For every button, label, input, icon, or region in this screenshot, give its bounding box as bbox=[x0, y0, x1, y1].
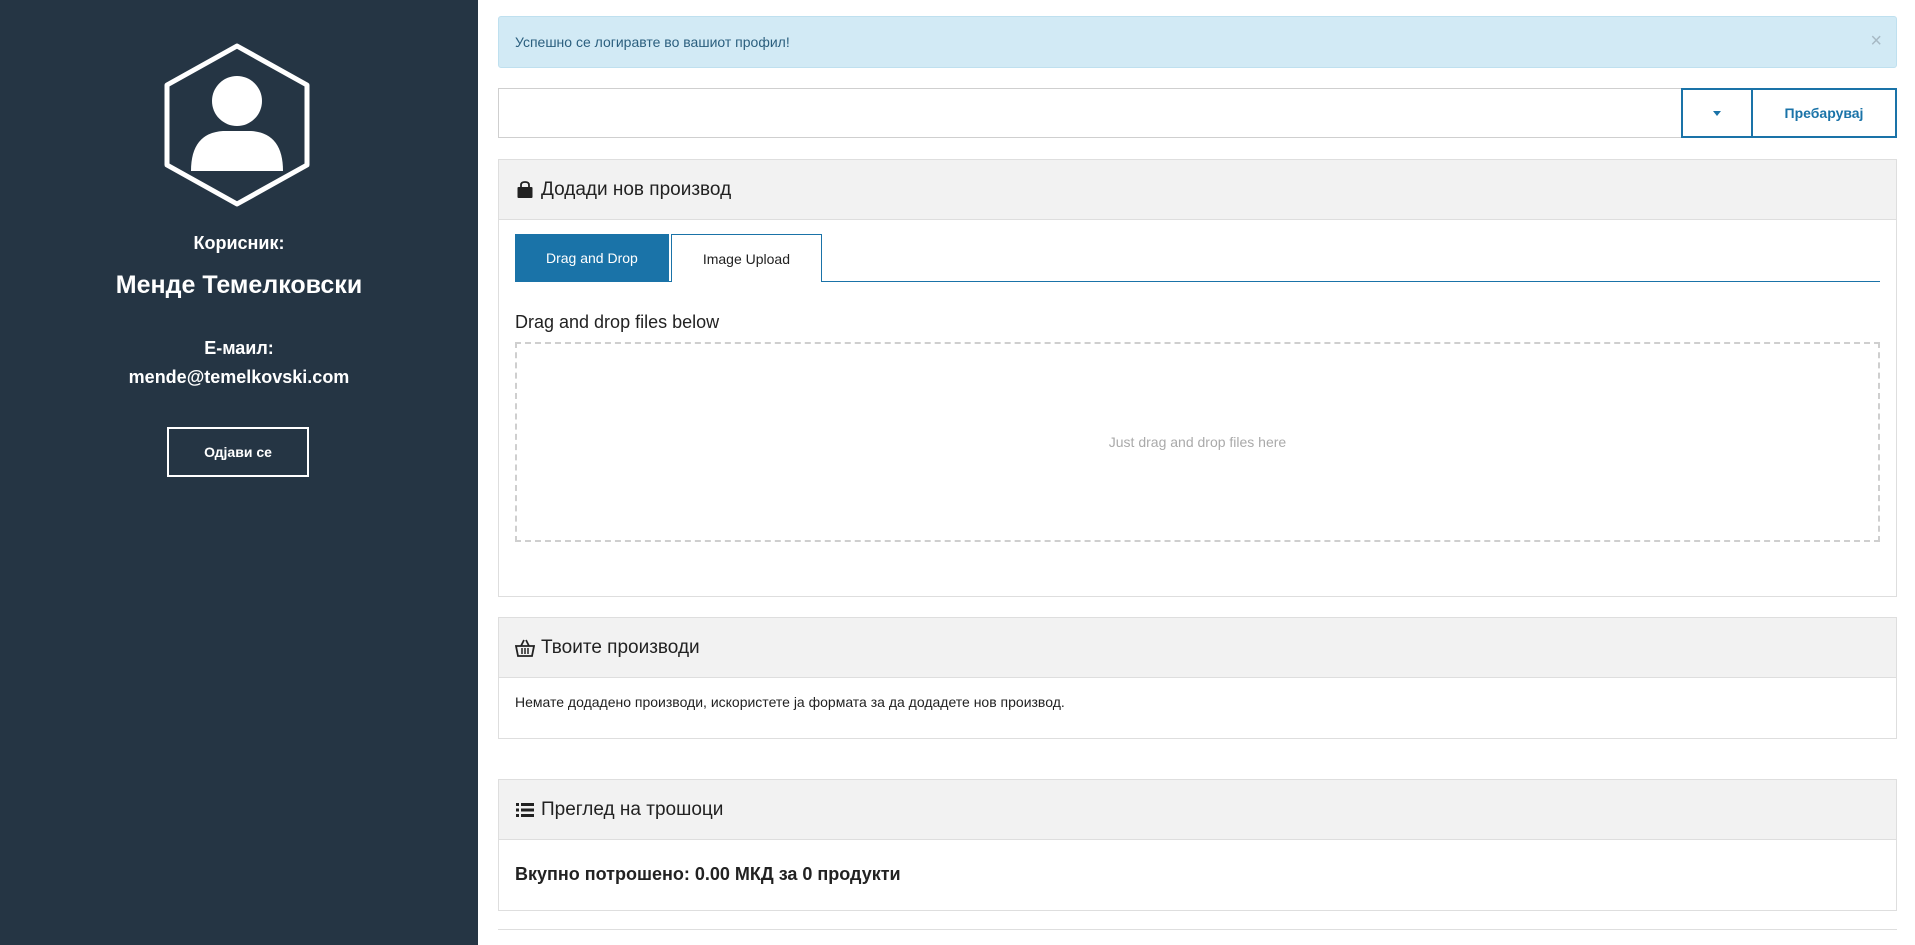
add-product-title: Додади нов производ bbox=[541, 178, 732, 200]
basket-icon bbox=[515, 638, 535, 658]
your-products-heading: Твоите производи bbox=[499, 618, 1896, 678]
search-bar: Пребарувај bbox=[498, 88, 1897, 138]
sidebar: Корисник: Менде Темелковски Е-маил: mend… bbox=[0, 0, 478, 945]
logout-button[interactable]: Одјави се bbox=[167, 427, 309, 477]
divider bbox=[498, 929, 1897, 930]
search-dropdown-button[interactable] bbox=[1681, 88, 1753, 138]
close-icon[interactable]: × bbox=[1870, 31, 1882, 51]
email-label: Е-маил: bbox=[204, 338, 274, 358]
file-dropzone[interactable]: Just drag and drop files here bbox=[515, 342, 1880, 542]
expenses-heading: Преглед на трошоци bbox=[499, 780, 1896, 840]
total-spent: Вкупно потрошено: 0.00 МКД за 0 продукти bbox=[515, 864, 901, 884]
list-icon bbox=[515, 800, 535, 820]
email-value: mende@temelkovski.com bbox=[128, 367, 350, 387]
add-product-panel: Додади нов производ Drag and Drop Image … bbox=[498, 159, 1897, 597]
add-product-heading: Додади нов производ bbox=[499, 160, 1896, 220]
success-alert: Успешно се логиравте во вашиот профил! × bbox=[498, 16, 1897, 68]
caret-down-icon bbox=[1713, 110, 1721, 116]
expenses-title: Преглед на трошоци bbox=[541, 798, 724, 820]
tab-image-upload[interactable]: Image Upload bbox=[670, 234, 822, 282]
user-name: Менде Темелковски bbox=[115, 271, 363, 299]
shopping-bag-icon bbox=[515, 180, 535, 200]
dropzone-hint: Just drag and drop files here bbox=[1108, 434, 1287, 450]
dropzone-title: Drag and drop files below bbox=[515, 312, 720, 332]
empty-products-message: Немате додадено производи, искористете ј… bbox=[515, 694, 1065, 710]
search-button[interactable]: Пребарувај bbox=[1753, 88, 1897, 138]
expenses-panel: Преглед на трошоци Вкупно потрошено: 0.0… bbox=[498, 779, 1897, 911]
main-content: Успешно се логиравте во вашиот профил! ×… bbox=[478, 0, 1915, 945]
alert-message: Успешно се логиравте во вашиот профил! bbox=[515, 34, 790, 50]
search-input[interactable] bbox=[498, 88, 1681, 138]
your-products-title: Твоите производи bbox=[541, 636, 700, 658]
tab-drag-and-drop[interactable]: Drag and Drop bbox=[515, 234, 669, 282]
user-avatar-icon bbox=[164, 43, 310, 207]
user-label: Корисник: bbox=[193, 233, 285, 253]
your-products-panel: Твоите производи Немате додадено произво… bbox=[498, 617, 1897, 739]
upload-tabs: Drag and Drop Image Upload bbox=[515, 234, 1880, 282]
